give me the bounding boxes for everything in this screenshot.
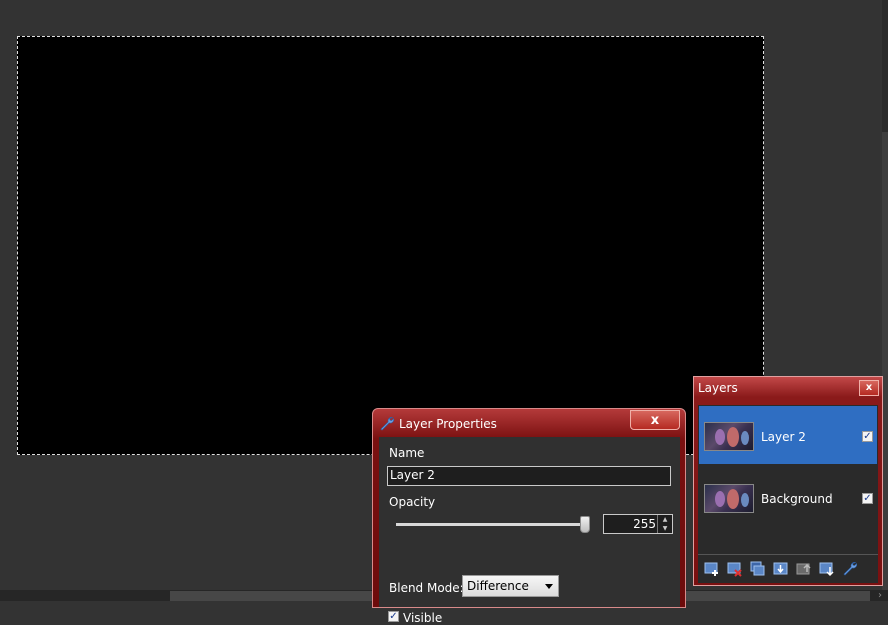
layers-list: Layer 2 ✓ Background ✓ [698, 405, 878, 583]
move-layer-up-icon[interactable] [796, 561, 812, 577]
blend-mode-value: Difference [467, 579, 529, 593]
dialog-title: Layer Properties [399, 417, 497, 431]
layers-toolbar [698, 554, 878, 583]
close-icon: x [865, 382, 873, 393]
layers-panel: Layers x Layer 2 ✓ Background ✓ [693, 376, 883, 586]
blend-mode-select[interactable]: Difference [462, 575, 559, 597]
layer-name: Layer 2 [761, 430, 806, 444]
opacity-spin-buttons: ▲ ▼ [657, 515, 672, 533]
duplicate-layer-icon[interactable] [750, 561, 766, 577]
opacity-value: 255 [633, 517, 656, 531]
opacity-slider-track[interactable] [396, 523, 586, 526]
spin-up-icon[interactable]: ▲ [658, 515, 672, 524]
add-layer-icon[interactable] [704, 561, 720, 577]
layer-visibility-checkbox[interactable]: ✓ [862, 431, 873, 442]
image-canvas[interactable] [17, 36, 764, 455]
close-icon: x [650, 412, 660, 428]
layer-row-background[interactable]: Background ✓ [699, 468, 877, 526]
move-layer-down-icon[interactable] [819, 561, 835, 577]
visible-label: Visible [403, 611, 443, 625]
layer-properties-icon[interactable] [842, 561, 858, 577]
close-button[interactable]: x [630, 410, 680, 430]
layer-thumbnail [704, 422, 754, 451]
blend-mode-label: Blend Mode: [389, 581, 464, 595]
opacity-slider-handle[interactable] [580, 516, 590, 533]
layer-thumbnail [704, 484, 754, 513]
delete-layer-icon[interactable] [727, 561, 743, 577]
dialog-body: Name Layer 2 Opacity 255 ▲ ▼ Blend Mode:… [379, 437, 680, 625]
layer-name: Background [761, 492, 833, 506]
opacity-spinbox[interactable]: 255 ▲ ▼ [603, 514, 673, 534]
wrench-icon [380, 417, 394, 431]
layers-panel-title: Layers [698, 381, 738, 395]
layers-close-button[interactable]: x [859, 380, 879, 396]
layer-properties-dialog: Layer Properties x Name Layer 2 Opacity … [372, 408, 686, 625]
spin-down-icon[interactable]: ▼ [658, 524, 672, 533]
dialog-titlebar[interactable]: Layer Properties [379, 414, 497, 434]
layer-row-layer-2[interactable]: Layer 2 ✓ [699, 406, 877, 464]
visible-checkbox[interactable]: ✓ [388, 611, 399, 622]
layer-name-input[interactable]: Layer 2 [387, 466, 671, 486]
chevron-down-icon [545, 584, 553, 589]
scroll-right-icon[interactable]: › [878, 590, 882, 601]
opacity-label: Opacity [389, 495, 436, 509]
name-label: Name [389, 446, 425, 460]
merge-layer-down-icon[interactable] [773, 561, 789, 577]
layer-visibility-checkbox[interactable]: ✓ [862, 493, 873, 504]
